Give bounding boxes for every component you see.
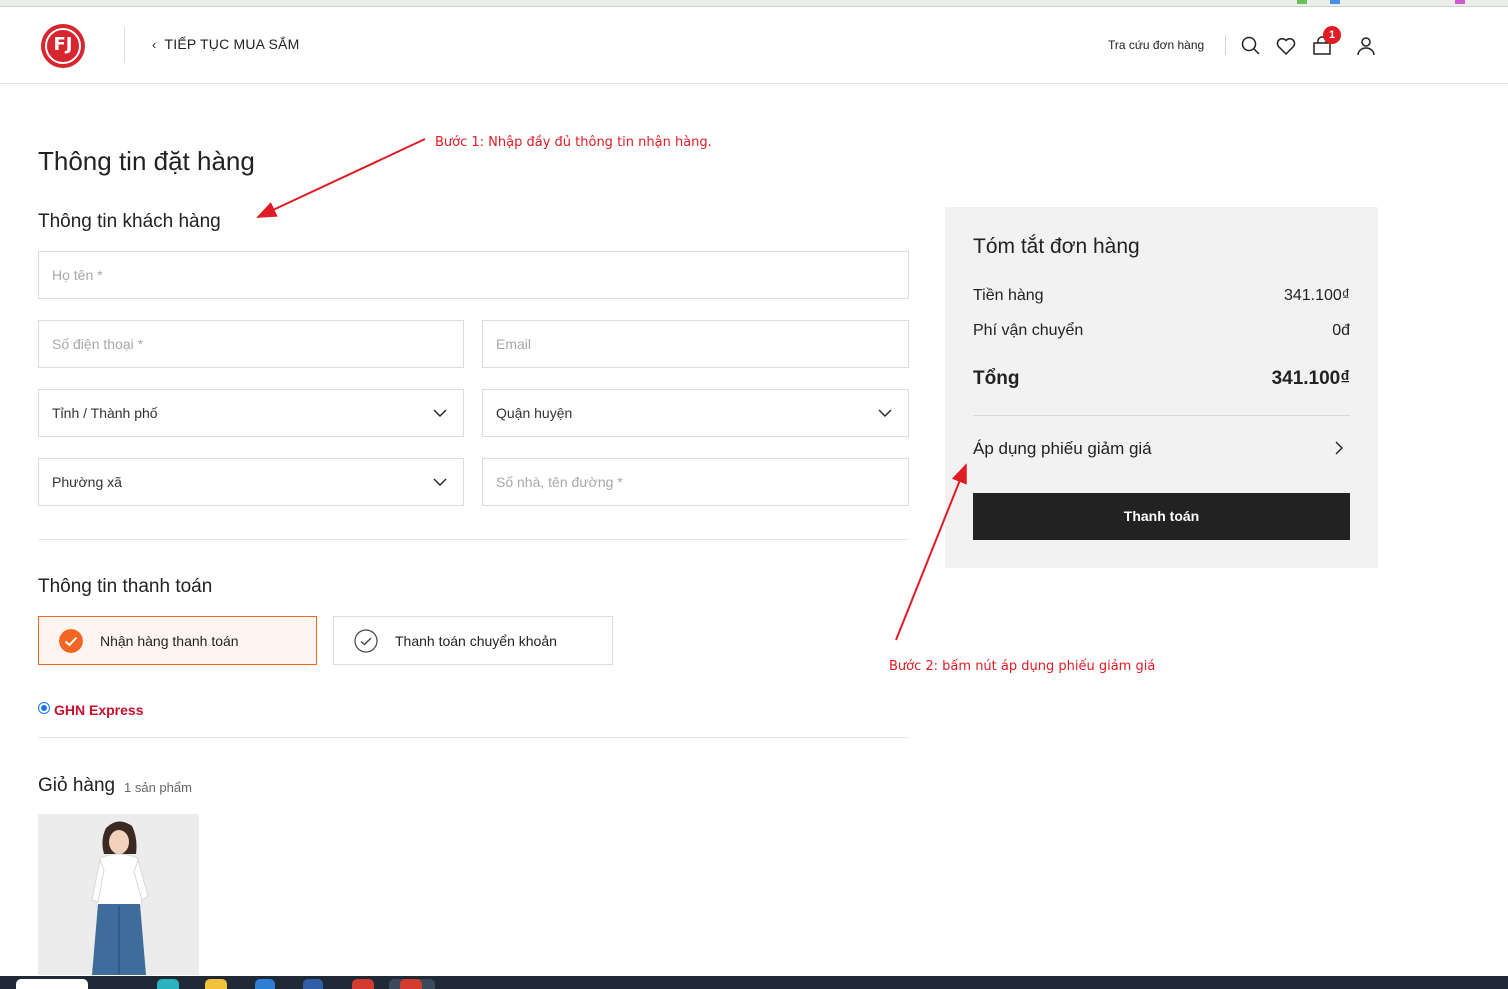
shipping-fee-value: 0đ: [1332, 322, 1350, 339]
subtotal-value: 341.100₫: [1283, 287, 1350, 304]
district-label: Quận huyện: [496, 405, 573, 421]
taskbar-search-box[interactable]: [16, 979, 88, 989]
name-placeholder: Họ tên *: [52, 267, 103, 283]
browser-extension-icon: [1297, 0, 1307, 4]
ward-select[interactable]: Phường xã: [38, 458, 464, 506]
order-summary-title: Tóm tắt đơn hàng: [973, 235, 1140, 258]
cod-payment-option[interactable]: Nhận hàng thanh toán: [38, 616, 317, 665]
browser-icon[interactable]: [400, 979, 422, 989]
taskbar-app-icon[interactable]: [352, 979, 374, 989]
header-divider: [1225, 35, 1226, 55]
header-divider: [124, 27, 125, 63]
total-value: 341.100₫: [1271, 368, 1350, 389]
street-placeholder: Số nhà, tên đường *: [496, 474, 623, 490]
annotation-arrow-step1: [256, 138, 426, 218]
shipping-radio[interactable]: [38, 702, 50, 714]
taskbar-app-icon[interactable]: [255, 979, 275, 989]
subtotal-label: Tiền hàng: [973, 287, 1044, 304]
email-placeholder: Email: [496, 336, 532, 352]
email-field[interactable]: Email: [482, 320, 909, 368]
product-image[interactable]: [38, 814, 199, 975]
shipping-fee-row: Phí vận chuyển 0đ: [973, 322, 1350, 340]
continue-shopping-label: TIẾP TỤC MUA SẮM: [164, 36, 300, 52]
province-label: Tỉnh / Thành phố: [52, 405, 158, 421]
page-title: Thông tin đặt hàng: [38, 146, 255, 176]
payment-info-title: Thông tin thanh toán: [38, 576, 213, 597]
annotation-step1: Bước 1: Nhập đầy đủ thông tin nhận hàng.: [435, 135, 712, 150]
chevron-down-icon: [878, 409, 892, 417]
name-field[interactable]: Họ tên *: [38, 251, 909, 299]
check-circle-icon: [59, 629, 83, 653]
transfer-payment-label: Thanh toán chuyển khoản: [395, 633, 557, 649]
shipping-fee-label: Phí vận chuyển: [973, 322, 1084, 339]
total-label: Tổng: [973, 368, 1020, 389]
phone-field[interactable]: Số điện thoại *: [38, 320, 464, 368]
transfer-payment-option[interactable]: Thanh toán chuyển khoản: [333, 616, 613, 665]
taskbar-app-icon[interactable]: [303, 979, 323, 989]
cart-count-badge: 1: [1323, 26, 1341, 44]
apply-coupon-link[interactable]: Áp dụng phiếu giảm giá: [973, 439, 1350, 459]
chevron-down-icon: [433, 409, 447, 417]
district-select[interactable]: Quận huyện: [482, 389, 909, 437]
ward-label: Phường xã: [52, 474, 122, 490]
section-divider: [38, 539, 909, 540]
logo-text: FJ: [53, 34, 73, 55]
order-lookup-link[interactable]: Tra cứu đơn hàng: [1108, 38, 1204, 52]
product-photo-illustration: [38, 814, 199, 975]
province-select[interactable]: Tỉnh / Thành phố: [38, 389, 464, 437]
customer-info-title: Thông tin khách hàng: [38, 211, 221, 232]
user-icon[interactable]: [1355, 35, 1377, 57]
street-field[interactable]: Số nhà, tên đường *: [482, 458, 909, 506]
shipping-method-label: GHN Express: [54, 702, 144, 718]
section-divider: [38, 737, 909, 738]
heart-icon[interactable]: [1275, 35, 1297, 57]
site-header: FJ ‹ TIẾP TỤC MUA SẮM Tra cứu đơn hàng 1: [0, 7, 1508, 84]
phone-placeholder: Số điện thoại *: [52, 336, 144, 352]
cod-payment-label: Nhận hàng thanh toán: [100, 633, 239, 649]
total-row: Tổng 341.100₫: [973, 368, 1350, 390]
cart-title: Giỏ hàng: [38, 775, 116, 796]
continue-shopping-link[interactable]: ‹ TIẾP TỤC MUA SẮM: [152, 36, 299, 52]
chevron-left-icon: ‹: [152, 37, 157, 52]
browser-extension-icon: [1330, 0, 1340, 4]
subtotal-row: Tiền hàng 341.100₫: [973, 287, 1350, 305]
browser-top-strip: [0, 0, 1508, 7]
chevron-down-icon: [433, 478, 447, 486]
annotation-step2: Bước 2: bấm nút áp dụng phiếu giảm giá: [889, 659, 1156, 674]
order-summary-panel: Tóm tắt đơn hàng Tiền hàng 341.100₫ Phí …: [945, 207, 1378, 568]
taskbar-app-icon[interactable]: [157, 979, 179, 989]
search-icon[interactable]: [1240, 35, 1262, 57]
chevron-right-icon: [1335, 441, 1343, 455]
folder-icon[interactable]: [205, 979, 227, 989]
check-circle-outline-icon: [354, 629, 378, 653]
brand-logo[interactable]: FJ: [41, 24, 85, 68]
browser-extension-icon: [1455, 0, 1465, 4]
checkout-button[interactable]: Thanh toán: [973, 493, 1350, 540]
cart-item-count: 1 sản phẩm: [124, 780, 192, 795]
summary-divider: [973, 415, 1350, 416]
apply-coupon-label: Áp dụng phiếu giảm giá: [973, 439, 1152, 458]
